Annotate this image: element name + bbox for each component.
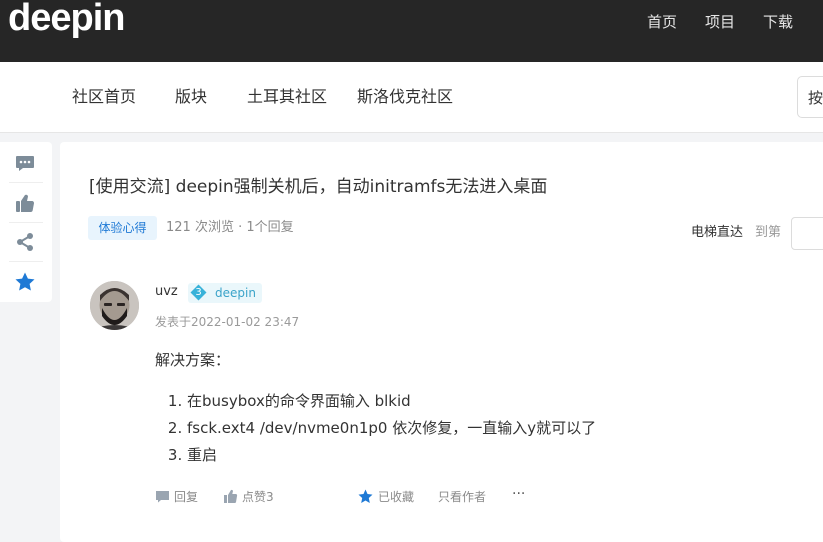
subnav-turkish-community[interactable]: 土耳其社区 [247, 87, 327, 107]
level-badge: 3 [190, 284, 207, 301]
star-icon[interactable] [14, 271, 36, 293]
star-icon [358, 489, 373, 503]
level-number: 3 [195, 287, 202, 298]
post-card: [使用交流] deepin强制关机后，自动initramfs无法进入桌面 体验心… [60, 142, 823, 542]
list-item: 在busybox的命令界面输入 blkid [187, 388, 596, 415]
solution-steps: 在busybox的命令界面输入 blkid fsck.ext4 /dev/nvm… [155, 388, 596, 469]
like-label: 点赞3 [242, 490, 274, 504]
comment-icon[interactable] [14, 152, 36, 174]
thumb-up-icon [224, 489, 238, 504]
author-name[interactable]: uvz [155, 283, 178, 301]
nav-projects[interactable]: 项目 [705, 12, 735, 32]
post-title: [使用交流] deepin强制关机后，自动initramfs无法进入桌面 [89, 177, 548, 197]
subnav-boards[interactable]: 版块 [175, 87, 207, 107]
sidebar-divider [9, 182, 43, 183]
search-box[interactable] [797, 76, 823, 118]
user-group-badge[interactable]: 3 deepin [188, 283, 262, 303]
reply-label: 回复 [174, 490, 199, 504]
deepin-logo[interactable]: deepin [8, 0, 125, 39]
list-item: 重启 [187, 442, 596, 469]
user-group-name: deepin [215, 286, 256, 300]
post-content: 解决方案： 在busybox的命令界面输入 blkid fsck.ext4 /d… [155, 349, 596, 469]
sub-navigation: 社区首页 版块 土耳其社区 斯洛伐克社区 [0, 62, 823, 133]
list-item: fsck.ext4 /dev/nvme0n1p0 依次修复，一直输入y就可以了 [187, 415, 596, 442]
more-icon: ··· [512, 486, 526, 502]
floor-number-input[interactable] [791, 217, 823, 250]
nav-home[interactable]: 首页 [647, 12, 677, 32]
floor-jump-label: 电梯直达 [691, 225, 744, 240]
subnav-slovak-community[interactable]: 斯洛伐克社区 [357, 87, 453, 107]
search-input[interactable] [798, 77, 823, 117]
top-header: deepin 首页 项目 下载 [0, 0, 823, 62]
floating-action-bar [0, 142, 52, 302]
avatar[interactable] [90, 281, 139, 330]
category-tag[interactable]: 体验心得 [88, 216, 157, 240]
author-only-label: 只看作者 [438, 490, 487, 504]
floor-jump-prefix: 到第 [755, 225, 782, 240]
sidebar-divider [9, 222, 43, 223]
post-stats: 121 次浏览 · 1个回复 [166, 220, 294, 235]
share-icon[interactable] [14, 231, 36, 253]
comment-icon [156, 491, 169, 503]
solution-heading: 解决方案： [155, 351, 231, 369]
nav-download[interactable]: 下载 [763, 12, 793, 32]
sidebar-divider [9, 261, 43, 262]
post-timestamp: 发表于2022-01-02 23:47 [155, 315, 300, 329]
subnav-community-home[interactable]: 社区首页 [72, 87, 136, 107]
favorite-label: 已收藏 [378, 490, 415, 504]
thumb-up-icon[interactable] [14, 192, 36, 214]
